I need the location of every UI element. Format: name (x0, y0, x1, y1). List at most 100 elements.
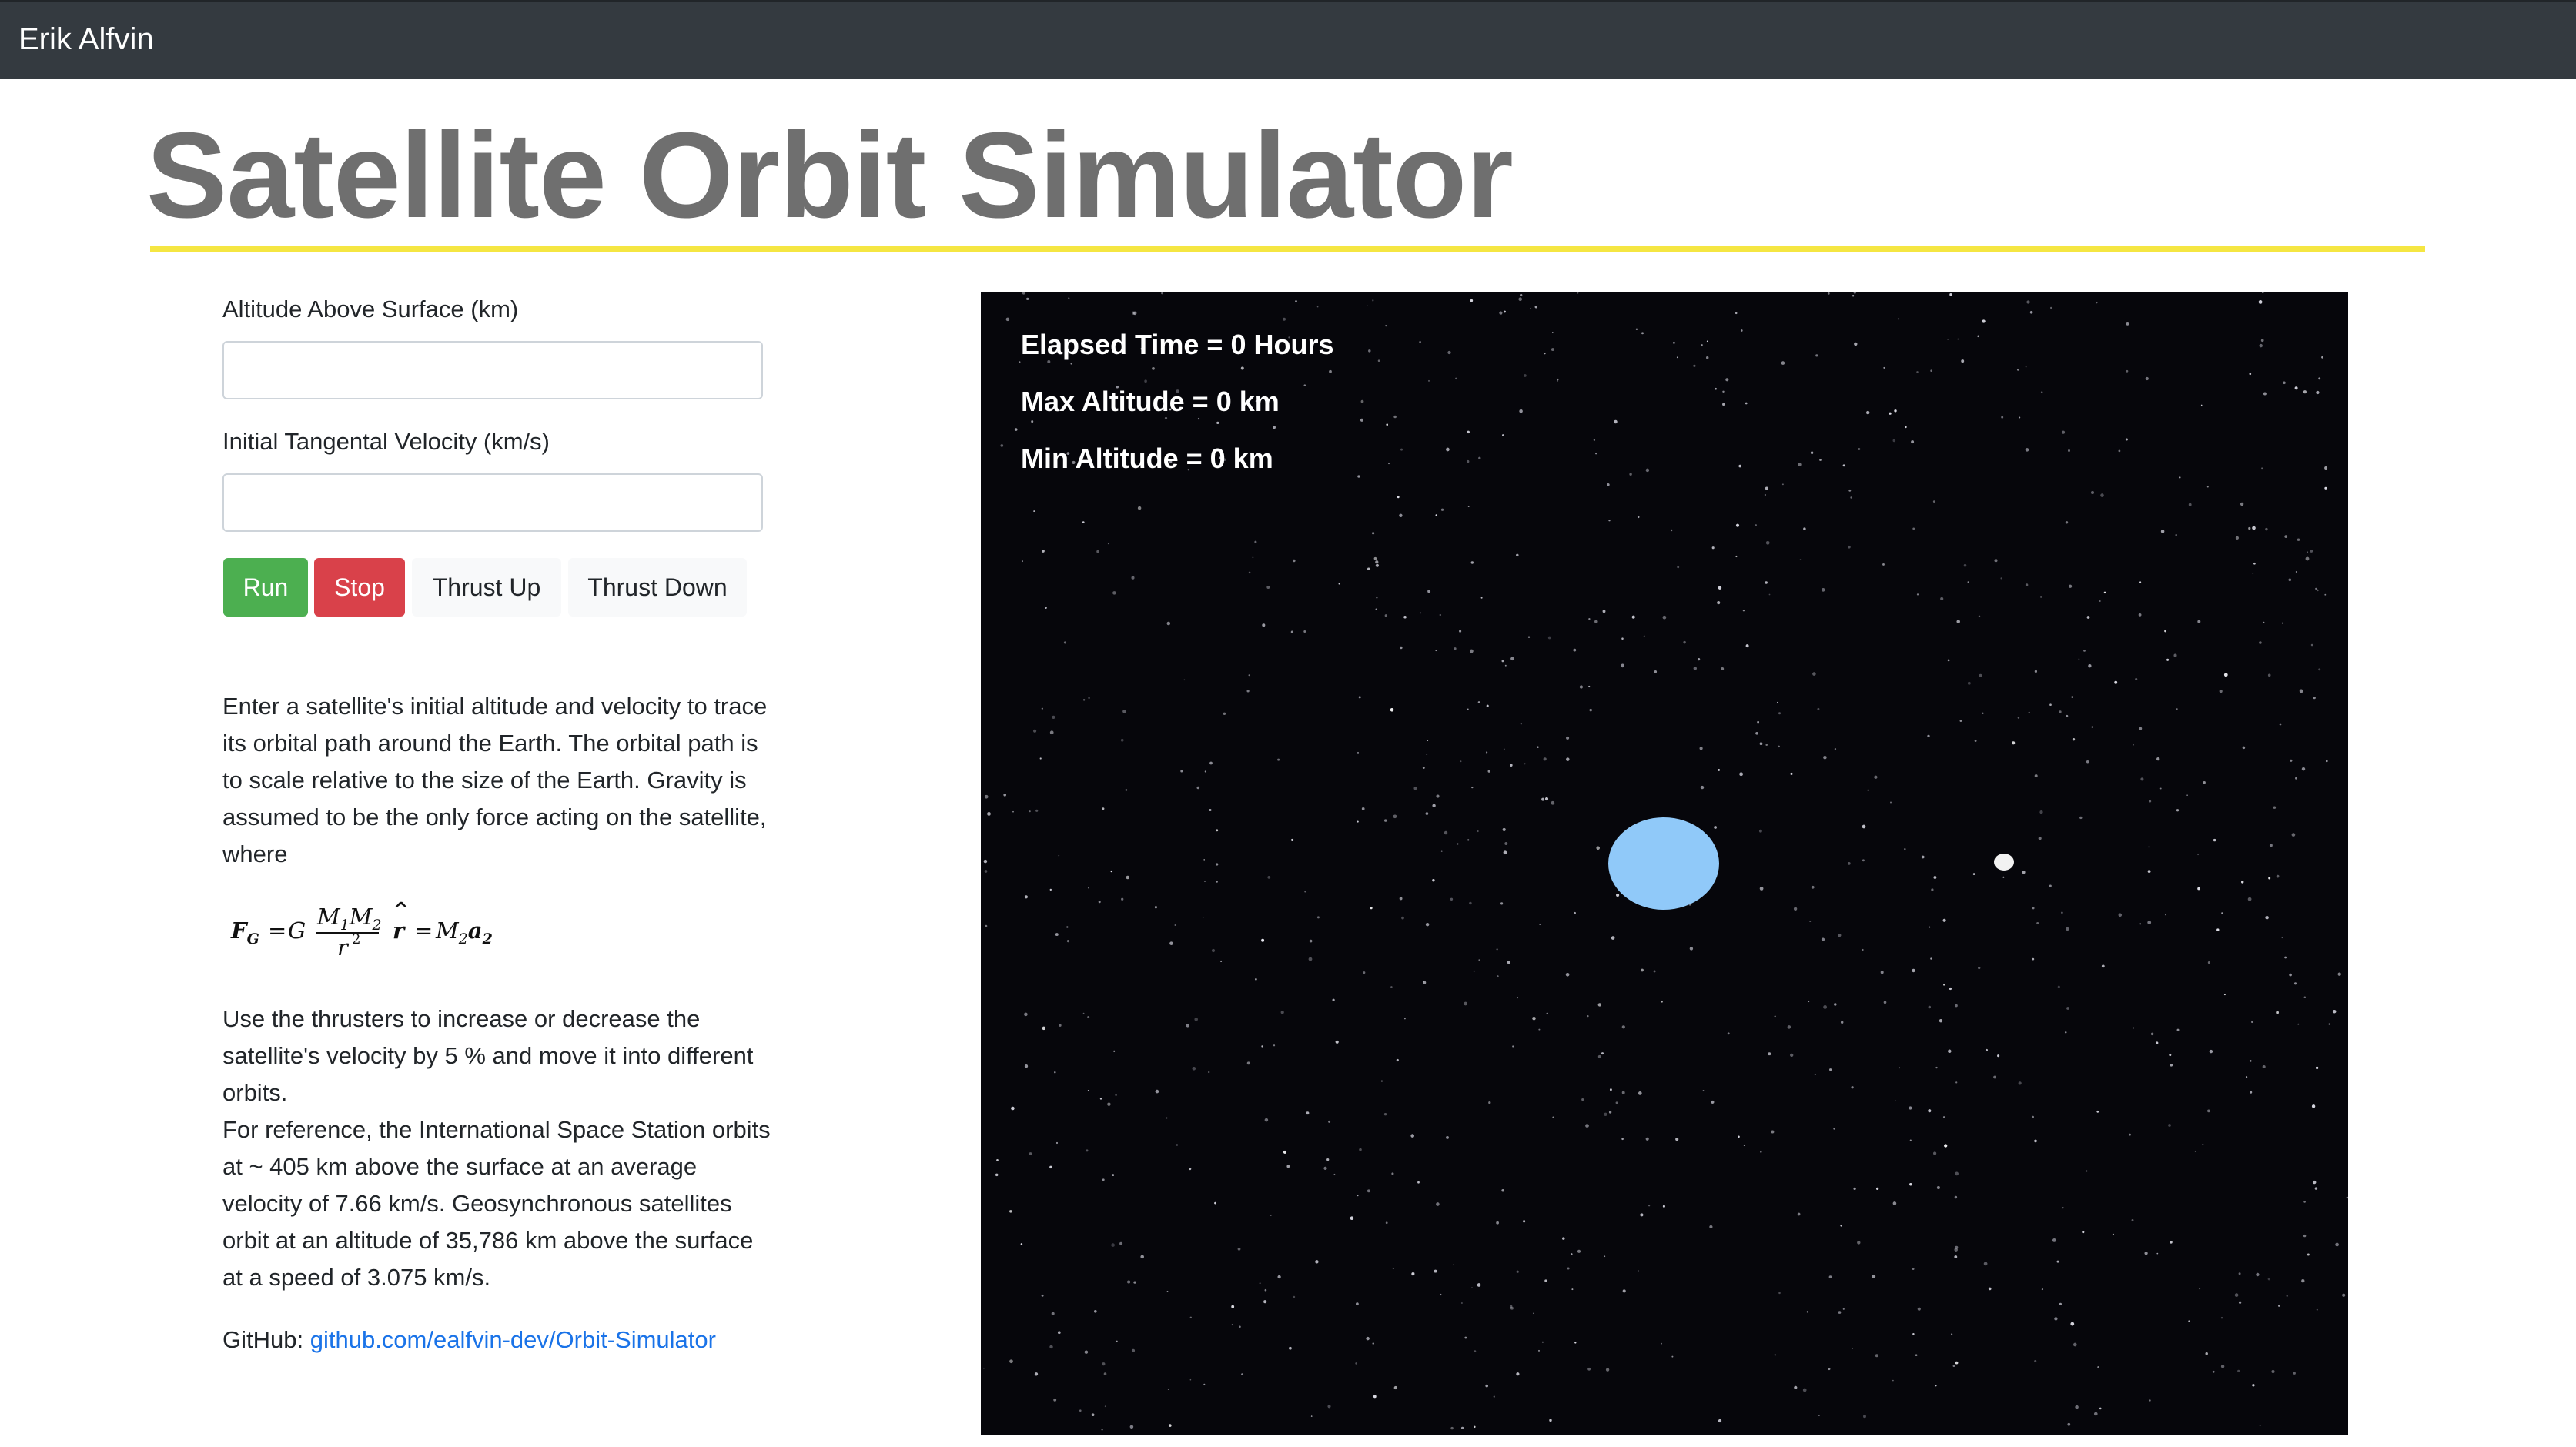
star (1055, 1141, 1059, 1145)
star (1985, 1048, 1989, 1051)
star (1654, 670, 1658, 673)
star (1954, 1195, 1958, 1199)
star (1049, 1345, 1053, 1349)
star (2068, 584, 2073, 588)
github-label: GitHub: (222, 1326, 304, 1353)
star (1426, 754, 1428, 755)
star (1821, 588, 1825, 592)
star (1501, 434, 1504, 436)
star (1477, 701, 1480, 703)
velocity-label: Initial Tangental Velocity (km/s) (222, 428, 550, 455)
star (1611, 936, 1615, 940)
star (2188, 1320, 2190, 1322)
star (1641, 332, 1644, 335)
star (1959, 720, 1962, 722)
star (2303, 1201, 2306, 1203)
earth (1608, 817, 1719, 910)
star (1671, 1355, 1674, 1358)
star (1293, 1295, 1296, 1298)
star (2271, 1369, 2275, 1374)
star (1866, 410, 1870, 415)
star (2316, 390, 2320, 395)
star (1488, 1101, 1491, 1104)
star (1110, 870, 1113, 873)
star (1904, 848, 1906, 850)
star (1932, 500, 1935, 503)
star (2252, 526, 2256, 530)
star (1286, 1165, 1290, 1168)
star (1711, 546, 1715, 550)
star (1594, 620, 1598, 623)
star (2337, 972, 2341, 976)
star (1916, 371, 1919, 373)
star (2078, 658, 2080, 660)
star (1467, 459, 1470, 463)
elapsed-time-readout: Elapsed Time = 0 Hours (1021, 329, 1334, 360)
star (1425, 923, 1430, 927)
star (1029, 810, 1031, 813)
star (1802, 1388, 1807, 1392)
star (2281, 937, 2283, 939)
star (1912, 1333, 1915, 1335)
star (2166, 658, 2170, 661)
star (1377, 359, 1380, 363)
star (1087, 1090, 1089, 1091)
star (1898, 1067, 1900, 1069)
star (1096, 550, 1099, 553)
star (1246, 690, 1250, 693)
star (2202, 1144, 2204, 1145)
star (2207, 1109, 2210, 1113)
star (1929, 926, 1931, 928)
run-button[interactable]: Run (223, 558, 308, 617)
star (1955, 1245, 1959, 1249)
star (1718, 768, 1721, 771)
simulation-canvas[interactable]: Elapsed Time = 0 Hours Max Altitude = 0 … (981, 292, 2348, 1435)
star (1079, 1409, 1082, 1412)
star (1755, 732, 1758, 735)
star (2203, 781, 2206, 784)
star (1538, 1028, 1541, 1031)
stop-button[interactable]: Stop (314, 558, 405, 617)
velocity-input[interactable] (222, 473, 763, 532)
formula-rhs-a: a (467, 917, 483, 944)
star (1500, 902, 1504, 905)
star (1237, 1247, 1241, 1251)
star (1551, 348, 1554, 352)
star (1912, 968, 1915, 973)
star (2029, 310, 2033, 314)
star (1544, 797, 1549, 801)
thrust-up-button[interactable]: Thrust Up (412, 558, 561, 617)
star (2019, 416, 2021, 419)
star (1174, 924, 1176, 926)
star (1044, 607, 1047, 610)
star (1676, 356, 1678, 359)
star (1994, 559, 1998, 563)
star (1739, 772, 1743, 777)
star (1332, 998, 1335, 1001)
star (1588, 685, 1591, 688)
star (1840, 1021, 1844, 1024)
star (2326, 760, 2328, 763)
star (1697, 657, 1701, 661)
star (1248, 674, 1250, 677)
star (1714, 826, 1717, 829)
star (1263, 1300, 1267, 1304)
star (2049, 884, 2052, 887)
star (1948, 1049, 1952, 1054)
star (1189, 1378, 1192, 1381)
star (2160, 530, 2165, 533)
star (1291, 838, 1294, 841)
star (2139, 727, 2143, 730)
star (1216, 863, 1219, 866)
thrust-down-button[interactable]: Thrust Down (568, 558, 747, 617)
star (2075, 1405, 2079, 1409)
star (2220, 1365, 2225, 1368)
navbar-brand[interactable]: Erik Alfvin (18, 21, 154, 58)
star (1935, 1385, 1937, 1387)
github-link[interactable]: github.com/ealfvin-dev/Orbit-Simulator (310, 1326, 716, 1353)
altitude-input[interactable] (222, 341, 763, 399)
star (1367, 567, 1370, 570)
star (1375, 608, 1377, 610)
star (2118, 449, 2121, 453)
star (2316, 1308, 2318, 1311)
